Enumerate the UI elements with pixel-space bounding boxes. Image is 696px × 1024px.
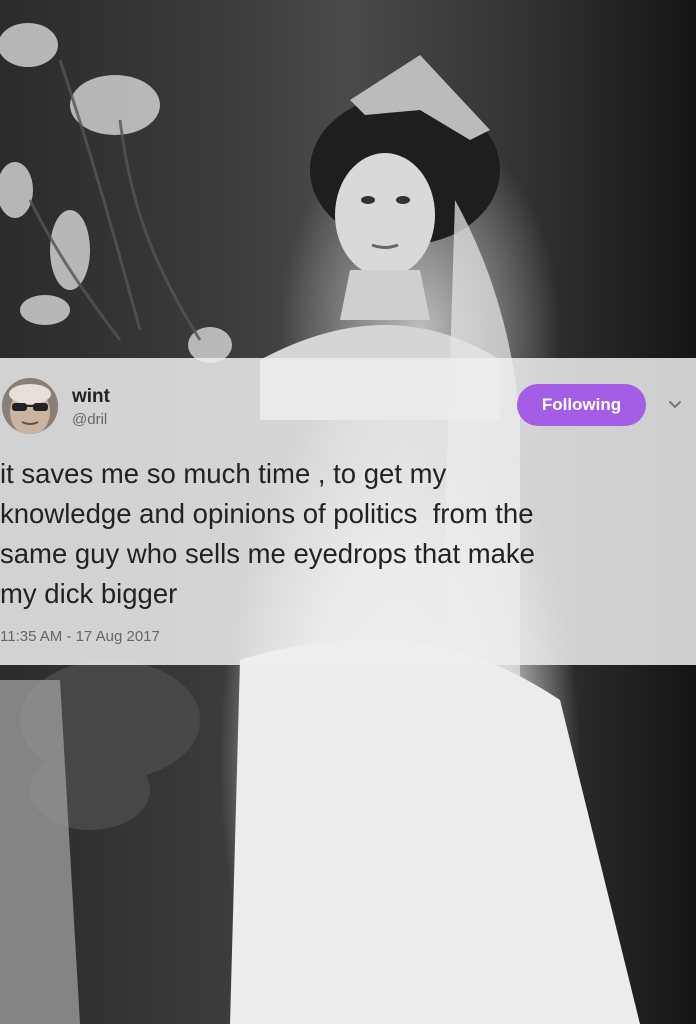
dress-shape	[230, 640, 640, 1024]
tweet-text: it saves me so much time , to get my kno…	[0, 458, 535, 609]
following-button[interactable]: Following	[517, 384, 646, 426]
avatar-photo	[2, 378, 58, 434]
display-name[interactable]: wint	[72, 386, 110, 408]
chevron-down-icon[interactable]	[666, 396, 684, 414]
face-shape	[335, 153, 435, 277]
flower-bouquet	[0, 23, 232, 363]
tweet-timestamp[interactable]: 11:35 AM - 17 Aug 2017	[0, 628, 160, 645]
avatar[interactable]	[2, 378, 58, 434]
user-handle[interactable]: @dril	[72, 411, 107, 428]
tweet-card: wint @dril Following it saves me so much…	[0, 358, 696, 665]
